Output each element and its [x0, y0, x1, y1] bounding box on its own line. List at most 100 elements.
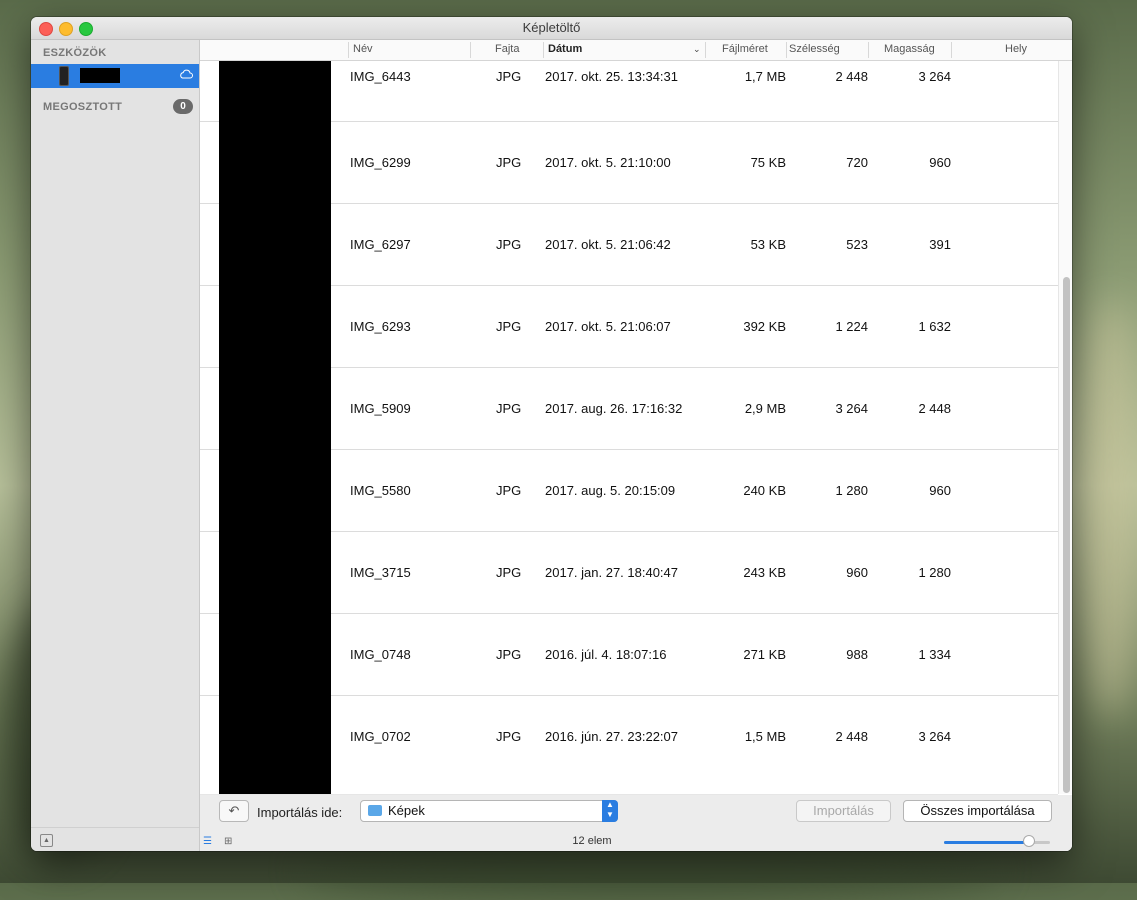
file-kind: JPG — [496, 319, 522, 334]
column-width[interactable]: Szélesség — [789, 43, 840, 57]
file-width: 720 — [846, 155, 868, 170]
thumbnail-column — [219, 61, 331, 794]
slider-fill — [944, 841, 1029, 844]
column-header: Név Fajta Dátum ⌄ Fájlméret Szélesség Ma… — [200, 40, 1072, 61]
file-name: IMG_0748 — [350, 647, 411, 662]
file-kind: JPG — [496, 237, 522, 252]
column-separator — [348, 42, 349, 58]
shared-count-badge: 0 — [173, 99, 193, 114]
file-kind: JPG — [496, 401, 522, 416]
file-width: 523 — [846, 237, 868, 252]
rotate-button[interactable]: ↶ — [219, 800, 249, 822]
cloud-icon — [179, 69, 193, 81]
column-separator — [868, 42, 869, 58]
file-width: 3 264 — [835, 401, 868, 416]
file-size: 392 KB — [743, 319, 786, 334]
file-date: 2016. júl. 4. 18:07:16 — [545, 647, 667, 662]
column-separator — [705, 42, 706, 58]
file-width: 1 224 — [835, 319, 868, 334]
column-separator — [951, 42, 952, 58]
file-height: 391 — [929, 237, 951, 252]
file-size: 240 KB — [743, 483, 786, 498]
column-separator — [470, 42, 471, 58]
file-height: 1 632 — [918, 319, 951, 334]
file-kind: JPG — [496, 729, 522, 744]
column-separator — [543, 42, 544, 58]
file-height: 3 264 — [918, 69, 951, 84]
divider — [31, 827, 199, 828]
status-bar: ☰ ⊞ 12 elem — [200, 831, 1072, 851]
import-button[interactable]: Importálás — [796, 800, 891, 822]
device-name — [80, 68, 120, 83]
file-date: 2017. okt. 25. 13:34:31 — [545, 69, 678, 84]
vertical-scroll-thumb[interactable] — [1063, 277, 1070, 793]
column-location[interactable]: Hely — [1005, 43, 1027, 57]
slider-knob[interactable] — [1022, 835, 1035, 847]
file-name: IMG_6293 — [350, 319, 411, 334]
column-size[interactable]: Fájlméret — [722, 43, 768, 57]
file-size: 271 KB — [743, 647, 786, 662]
sidebar: ESZKÖZÖK MEGOSZTOTT 0 ▲ — [31, 40, 200, 851]
column-kind[interactable]: Fajta — [495, 43, 519, 57]
file-size: 1,5 MB — [744, 729, 786, 744]
file-size: 75 KB — [750, 155, 786, 170]
file-height: 1 334 — [918, 647, 951, 662]
devices-header: ESZKÖZÖK — [43, 47, 107, 59]
sort-descending-icon: ⌄ — [693, 44, 701, 54]
file-name: IMG_6299 — [350, 155, 411, 170]
eject-icon[interactable]: ▲ — [40, 834, 53, 847]
file-height: 960 — [929, 483, 951, 498]
file-date: 2017. aug. 26. 17:16:32 — [545, 401, 683, 416]
file-name: IMG_3715 — [350, 565, 411, 580]
column-date[interactable]: Dátum — [548, 43, 582, 57]
destination-value: Képek — [388, 803, 425, 818]
file-size: 243 KB — [743, 565, 786, 580]
file-width: 960 — [846, 565, 868, 580]
file-height: 3 264 — [918, 729, 951, 744]
file-kind: JPG — [496, 155, 522, 170]
grid-view-icon[interactable]: ⊞ — [224, 836, 235, 847]
file-kind: JPG — [496, 483, 522, 498]
file-name: IMG_0702 — [350, 729, 411, 744]
file-name: IMG_6443 — [350, 69, 411, 84]
file-date: 2017. aug. 5. 20:15:09 — [545, 483, 676, 498]
thumbnail-size-slider[interactable] — [944, 835, 1050, 847]
minimize-button[interactable] — [59, 22, 73, 36]
file-date: 2017. okt. 5. 21:06:42 — [545, 237, 671, 252]
title-bar[interactable]: Képletöltő — [31, 17, 1072, 40]
file-size: 53 KB — [750, 237, 786, 252]
file-date: 2017. okt. 5. 21:10:00 — [545, 155, 671, 170]
file-kind: JPG — [496, 565, 522, 580]
column-height[interactable]: Magasság — [884, 43, 935, 57]
chevron-updown-icon: ▲ ▼ — [602, 800, 618, 822]
import-all-button[interactable]: Összes importálása — [903, 800, 1052, 822]
file-date: 2016. jún. 27. 23:22:07 — [545, 729, 679, 744]
file-height: 1 280 — [918, 565, 951, 580]
zoom-button[interactable] — [79, 22, 93, 36]
shared-header: MEGOSZTOTT — [43, 101, 123, 113]
rotate-icon: ↶ — [228, 803, 240, 818]
file-width: 2 448 — [835, 69, 868, 84]
window-title: Képletöltő — [522, 20, 581, 35]
image-capture-window: Képletöltő ESZKÖZÖK MEGOSZTOTT 0 ▲ Név F… — [31, 17, 1072, 851]
list-view-icon[interactable]: ☰ — [203, 837, 215, 847]
file-date: 2017. jan. 27. 18:40:47 — [545, 565, 679, 580]
file-list: IMG_6443 JPG 2017. okt. 25. 13:34:31 1,7… — [200, 61, 1058, 794]
file-size: 2,9 MB — [744, 401, 786, 416]
file-width: 2 448 — [835, 729, 868, 744]
file-height: 2 448 — [918, 401, 951, 416]
folder-icon — [368, 805, 382, 816]
file-width: 1 280 — [835, 483, 868, 498]
column-separator — [786, 42, 787, 58]
item-count: 12 elem — [572, 835, 612, 847]
close-button[interactable] — [39, 22, 53, 36]
file-size: 1,7 MB — [744, 69, 786, 84]
destination-select[interactable]: Képek ▲ ▼ — [360, 800, 618, 822]
column-name[interactable]: Név — [353, 43, 373, 57]
file-name: IMG_5580 — [350, 483, 411, 498]
file-width: 988 — [846, 647, 868, 662]
file-name: IMG_5909 — [350, 401, 411, 416]
sidebar-item-device[interactable] — [31, 64, 199, 88]
vertical-scrollbar[interactable] — [1058, 61, 1072, 794]
file-kind: JPG — [496, 69, 522, 84]
